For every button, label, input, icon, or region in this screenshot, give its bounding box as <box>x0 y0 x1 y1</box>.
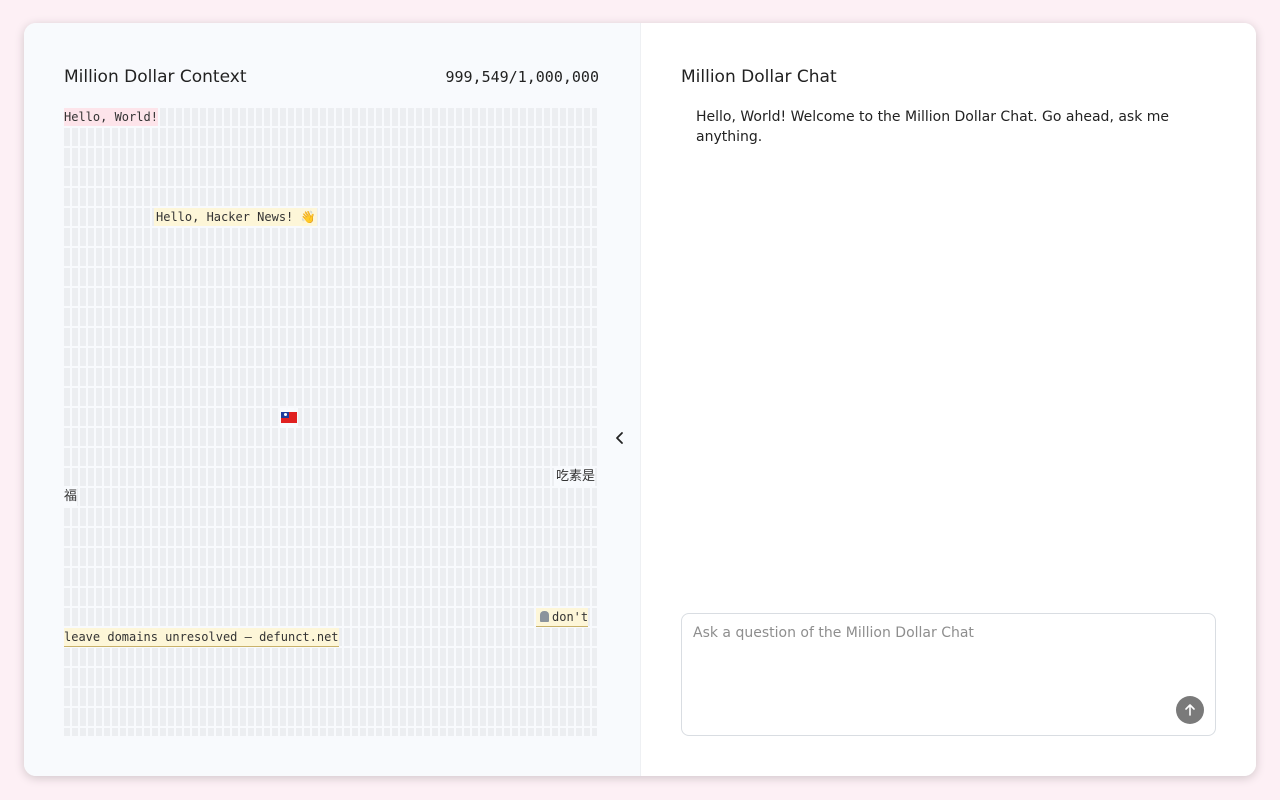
context-title: Million Dollar Context <box>64 67 247 87</box>
context-panel: Million Dollar Context 999,549/1,000,000… <box>24 23 641 776</box>
chat-input-box <box>681 613 1216 736</box>
context-entry-defunct-1-text: don't <box>552 610 589 624</box>
prev-button[interactable] <box>610 428 630 448</box>
headstone-icon <box>540 611 549 622</box>
token-counter: 999,549/1,000,000 <box>445 68 599 86</box>
context-entry-flag[interactable] <box>280 408 298 426</box>
chat-welcome-message: Hello, World! Welcome to the Million Dol… <box>696 109 1170 145</box>
chat-panel: Million Dollar Chat Hello, World! Welcom… <box>641 23 1256 776</box>
context-entry-vegan-1[interactable]: 吃素是 <box>554 468 596 486</box>
send-button[interactable] <box>1176 696 1204 724</box>
chevron-left-icon <box>616 432 623 444</box>
chat-input[interactable] <box>693 625 1173 695</box>
context-entry-defunct-1[interactable]: don't <box>536 608 589 627</box>
flag-taiwan-icon <box>281 411 297 423</box>
app-card: Million Dollar Context 999,549/1,000,000… <box>24 23 1256 776</box>
context-entry-vegan-2[interactable]: 福 <box>64 488 78 506</box>
context-grid[interactable]: Hello, World! Hello, Hacker News! 👋 吃素是 … <box>64 108 597 736</box>
context-entry-defunct-2[interactable]: leave domains unresolved — defunct.net <box>64 628 339 647</box>
context-entry-hello-world[interactable]: Hello, World! <box>64 108 158 126</box>
context-entry-hello-hn[interactable]: Hello, Hacker News! 👋 <box>154 208 318 226</box>
arrow-up-icon <box>1185 704 1195 716</box>
chat-title: Million Dollar Chat <box>681 67 837 87</box>
